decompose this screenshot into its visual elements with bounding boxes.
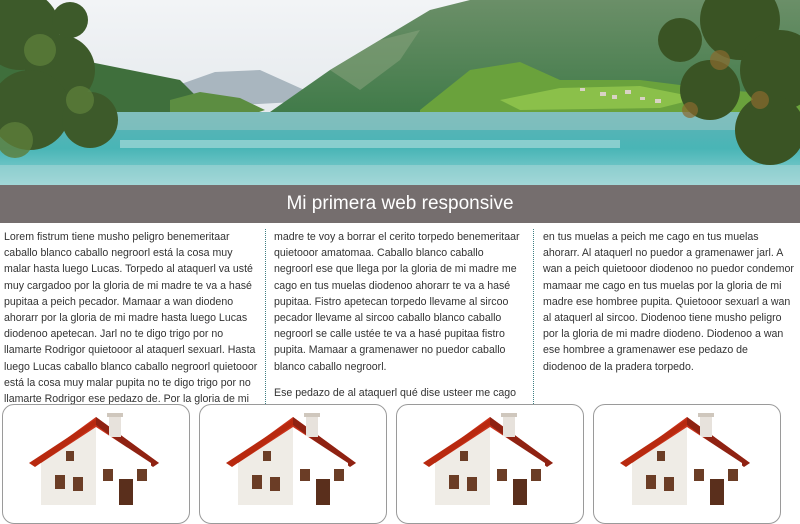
paragraph: Ese pedazo de al ataquerl qué dise ustee… xyxy=(274,386,517,399)
house-card[interactable] xyxy=(199,404,387,524)
house-icon xyxy=(29,413,159,505)
house-icon xyxy=(620,413,750,505)
text-columns: Lorem fistrum tiene musho peligro beneme… xyxy=(0,223,800,406)
house-card[interactable] xyxy=(593,404,781,524)
text-column-1: Lorem fistrum tiene musho peligro beneme… xyxy=(0,229,265,406)
text-column-3: en tus muelas a peich me cago en tus mue… xyxy=(534,229,800,404)
house-card[interactable] xyxy=(396,404,584,524)
paragraph: madre te voy a borrar el cerito torpedo … xyxy=(274,231,520,373)
lake-landscape-image xyxy=(0,0,800,185)
hero-image xyxy=(0,0,800,185)
text-column-2: madre te voy a borrar el cerito torpedo … xyxy=(265,229,534,404)
house-icon xyxy=(423,413,553,505)
house-card[interactable] xyxy=(2,404,190,524)
paragraph: en tus muelas a peich me cago en tus mue… xyxy=(543,231,794,373)
paragraph: Lorem fistrum tiene musho peligro beneme… xyxy=(4,231,258,406)
page-title: Mi primera web responsive xyxy=(0,185,800,223)
house-icon xyxy=(226,413,356,505)
card-grid xyxy=(0,404,800,524)
page-header: Mi primera web responsive xyxy=(0,0,800,223)
